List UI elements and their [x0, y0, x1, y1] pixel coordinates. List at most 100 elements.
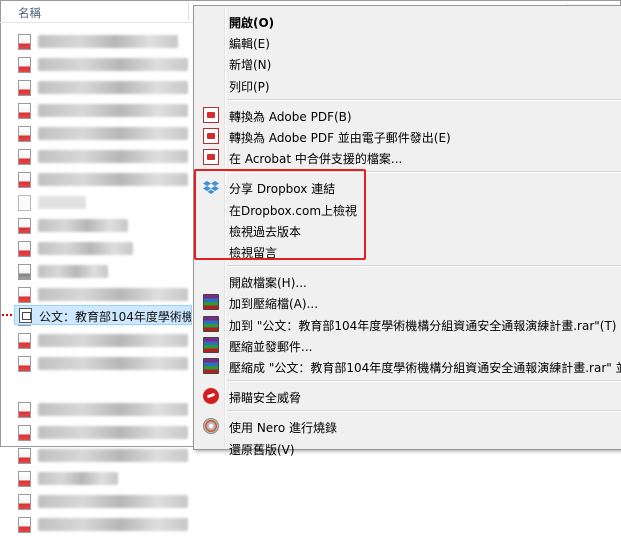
menu-item[interactable]: 壓縮成 "公文：教育部104年度學術機構分組資通安全通報演練計畫.rar" 並 — [196, 356, 621, 376]
file-row[interactable] — [0, 330, 210, 352]
file-row[interactable] — [0, 215, 210, 237]
file-row[interactable] — [0, 77, 210, 99]
file-row[interactable] — [0, 491, 210, 513]
shortcut-file-icon — [19, 308, 32, 323]
document-file-icon — [18, 264, 31, 280]
document-file-icon — [18, 126, 31, 142]
file-name-obscured — [38, 219, 128, 232]
menu-item-label: 加到壓縮檔(A)... — [229, 297, 319, 312]
menu-item[interactable]: 編輯(E) — [196, 32, 621, 52]
menu-item-label: 編輯(E) — [229, 37, 270, 52]
rar-icon — [203, 336, 219, 353]
selected-file-name: 教育部104年度學術機 — [75, 310, 191, 324]
menu-item-label: 使用 Nero 進行燒錄 — [229, 421, 338, 436]
menu-item[interactable]: 使用 Nero 進行燒錄 — [196, 416, 621, 436]
document-file-icon — [18, 494, 31, 510]
rar-icon — [203, 358, 219, 374]
menu-item[interactable]: 還原舊版(V) — [196, 438, 621, 458]
menu-item-label: 轉換為 Adobe PDF 並由電子郵件發出(E) — [229, 131, 451, 145]
file-row[interactable] — [0, 123, 210, 145]
file-name-obscured — [38, 242, 133, 255]
column-header-name[interactable]: 名稱 — [0, 0, 210, 23]
menu-item[interactable]: 加到壓縮檔(A)... — [196, 292, 621, 312]
menu-item[interactable]: 開啟檔案(H)... — [196, 271, 621, 291]
file-row[interactable] — [0, 31, 210, 53]
rar-icon — [203, 294, 219, 311]
file-row[interactable] — [0, 261, 210, 283]
document-file-icon — [18, 103, 31, 119]
file-name-obscured — [38, 472, 118, 485]
file-name-obscured — [38, 104, 188, 117]
file-row[interactable] — [0, 422, 210, 444]
rar-icon — [203, 315, 219, 332]
column-separator[interactable] — [188, 2, 189, 20]
menu-item[interactable]: 轉換為 Adobe PDF(B) — [196, 105, 621, 125]
menu-item[interactable]: 在 Acrobat 中合併支援的檔案... — [196, 147, 621, 167]
document-file-icon — [18, 34, 31, 50]
menu-item-label: 新增(N) — [229, 58, 272, 73]
menu-item-label: 在 Acrobat 中合併支援的檔案... — [229, 152, 403, 167]
file-list: 名稱 — [0, 0, 210, 533]
file-name-obscured — [38, 127, 188, 140]
file-row[interactable] — [0, 192, 210, 214]
menu-item[interactable]: 加到 "公文：教育部104年度學術機構分組資通安全通報演練計畫.rar"(T) — [196, 314, 621, 334]
menu-item-label: 掃瞄安全威脅 — [229, 391, 302, 406]
file-row[interactable] — [0, 238, 210, 260]
file-name-obscured — [38, 495, 188, 508]
menu-item-label: 轉換為 Adobe PDF(B) — [229, 109, 352, 124]
file-row[interactable] — [0, 54, 210, 76]
document-file-icon — [18, 356, 31, 372]
file-row[interactable] — [0, 100, 210, 122]
menu-item-label: 開啟(O) — [229, 16, 275, 30]
file-row[interactable] — [0, 284, 210, 306]
menu-item-label: 列印(P) — [229, 79, 270, 94]
pdf-mail-icon — [203, 128, 219, 144]
menu-item[interactable]: 壓縮並發郵件... — [196, 335, 621, 355]
file-row[interactable] — [0, 514, 210, 536]
file-name-obscured — [38, 35, 178, 48]
file-name-obscured — [38, 426, 188, 439]
file-row[interactable] — [0, 445, 210, 467]
file-row[interactable] — [0, 468, 210, 490]
document-file-icon — [18, 172, 31, 188]
document-file-icon — [18, 448, 31, 464]
dropbox-highlight-box — [194, 169, 366, 260]
document-file-icon — [18, 333, 31, 349]
menu-item[interactable]: 掃瞄安全威脅 — [196, 386, 621, 406]
file-name-obscured — [38, 357, 188, 370]
document-file-icon — [18, 241, 31, 257]
menu-item-label: 開啟檔案(H)... — [229, 276, 307, 291]
document-file-icon — [18, 517, 31, 533]
menu-item-label: 還原舊版(V) — [229, 442, 295, 457]
menu-separator — [227, 265, 621, 268]
file-name-obscured — [38, 265, 108, 278]
menu-separator — [227, 98, 621, 101]
column-header-label: 名稱 — [18, 6, 41, 20]
document-file-icon — [18, 218, 31, 234]
nero-icon — [203, 418, 219, 435]
menu-item[interactable]: 開啟(O) — [196, 11, 621, 31]
menu-item[interactable]: 新增(N) — [196, 53, 621, 73]
document-file-icon — [18, 287, 31, 303]
file-row[interactable] — [0, 353, 210, 375]
file-row[interactable] — [0, 146, 210, 168]
file-name-obscured — [38, 81, 188, 94]
file-row[interactable] — [0, 399, 210, 421]
menu-item-label: 壓縮成 "公文：教育部104年度學術機構分組資通安全通報演練計畫.rar" 並 — [229, 361, 621, 375]
file-row[interactable] — [0, 169, 210, 191]
file-name-obscured — [38, 403, 188, 416]
menu-separator — [227, 380, 621, 383]
document-file-icon — [18, 425, 31, 441]
selected-file-row[interactable]: 公文： 教育部104年度學術機 — [14, 305, 192, 325]
document-file-icon — [18, 80, 31, 96]
document-file-icon — [18, 149, 31, 165]
document-file-icon — [18, 471, 31, 487]
pdf-combine-icon — [203, 149, 219, 166]
menu-item[interactable]: 列印(P) — [196, 75, 621, 95]
document-file-icon — [18, 57, 31, 73]
menu-item[interactable]: 轉換為 Adobe PDF 並由電子郵件發出(E) — [196, 126, 621, 146]
file-name-obscured — [38, 288, 188, 301]
file-name-obscured — [38, 449, 188, 462]
pdf-icon — [203, 106, 219, 123]
document-file-icon — [18, 402, 31, 418]
